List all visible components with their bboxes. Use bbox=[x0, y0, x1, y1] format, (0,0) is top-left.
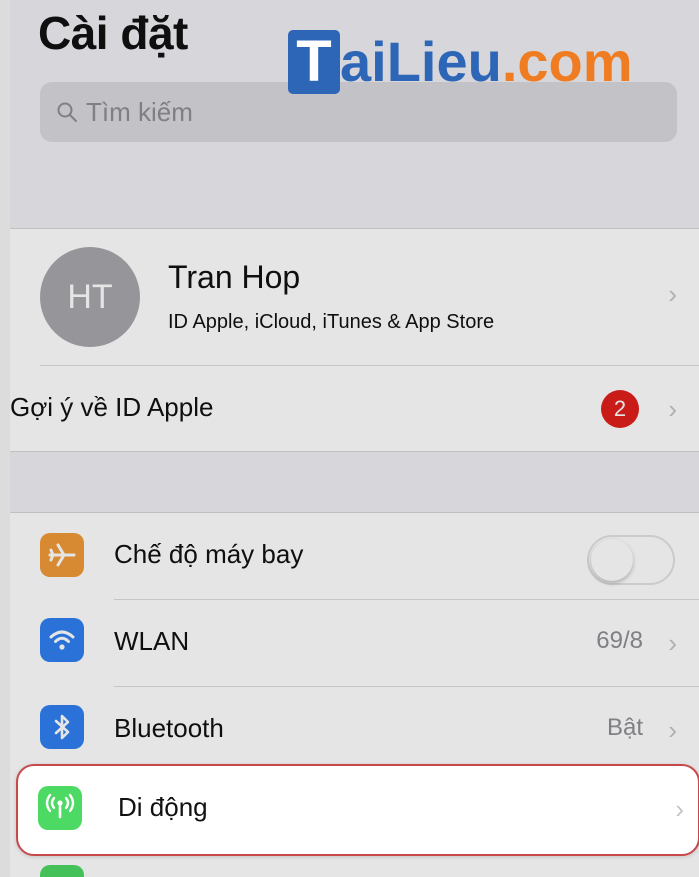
apple-id-suggestion-row[interactable]: Gợi ý về ID Apple 2 › bbox=[10, 366, 699, 451]
chevron-right-icon: › bbox=[668, 279, 677, 309]
bluetooth-row[interactable]: Bluetooth Bật › bbox=[10, 687, 699, 773]
airplane-mode-label: Chế độ máy bay bbox=[114, 539, 304, 569]
bluetooth-icon bbox=[40, 705, 84, 749]
toggle-knob bbox=[591, 539, 633, 581]
wlan-value: 69/8 bbox=[596, 627, 643, 654]
profile-row[interactable]: HT Tran Hop ID Apple, iCloud, iTunes & A… bbox=[10, 229, 699, 365]
bluetooth-label: Bluetooth bbox=[114, 713, 224, 743]
cellular-label: Di động bbox=[118, 792, 208, 822]
profile-name: Tran Hop bbox=[168, 259, 301, 295]
settings-screen: Cài đặt Tìm kiếm HT Tran Hop ID Apple, i… bbox=[10, 0, 699, 877]
wlan-label: WLAN bbox=[114, 626, 190, 656]
notification-badge: 2 bbox=[601, 390, 639, 428]
tailieu-watermark-logo: T aiLieu .com bbox=[288, 22, 633, 102]
profile-subtitle: ID Apple, iCloud, iTunes & App Store bbox=[168, 311, 495, 333]
chevron-right-icon: › bbox=[668, 628, 677, 658]
cellular-antenna-icon bbox=[38, 786, 82, 830]
page-title: Cài đặt bbox=[38, 7, 188, 59]
wlan-row[interactable]: WLAN 69/8 › bbox=[10, 600, 699, 686]
account-group: HT Tran Hop ID Apple, iCloud, iTunes & A… bbox=[10, 228, 699, 452]
chevron-right-icon: › bbox=[675, 794, 684, 824]
watermark-logo-box: T bbox=[288, 30, 340, 94]
chevron-right-icon: › bbox=[668, 394, 677, 424]
airplane-icon bbox=[40, 533, 84, 577]
airplane-mode-toggle[interactable] bbox=[587, 535, 675, 585]
wifi-icon bbox=[40, 618, 84, 662]
chevron-right-icon: › bbox=[668, 715, 677, 745]
apple-id-suggestion-label: Gợi ý về ID Apple bbox=[10, 392, 214, 422]
avatar: HT bbox=[40, 247, 140, 347]
airplane-mode-row[interactable]: Chế độ máy bay bbox=[10, 513, 699, 599]
bluetooth-value: Bật bbox=[606, 714, 643, 741]
cellular-row[interactable]: Di động › bbox=[16, 764, 699, 856]
watermark-text: aiLieu bbox=[340, 30, 502, 93]
next-row-icon-partial bbox=[40, 865, 84, 877]
watermark-domain: .com bbox=[501, 30, 633, 93]
search-placeholder: Tìm kiếm bbox=[86, 96, 193, 127]
search-icon bbox=[57, 102, 77, 122]
